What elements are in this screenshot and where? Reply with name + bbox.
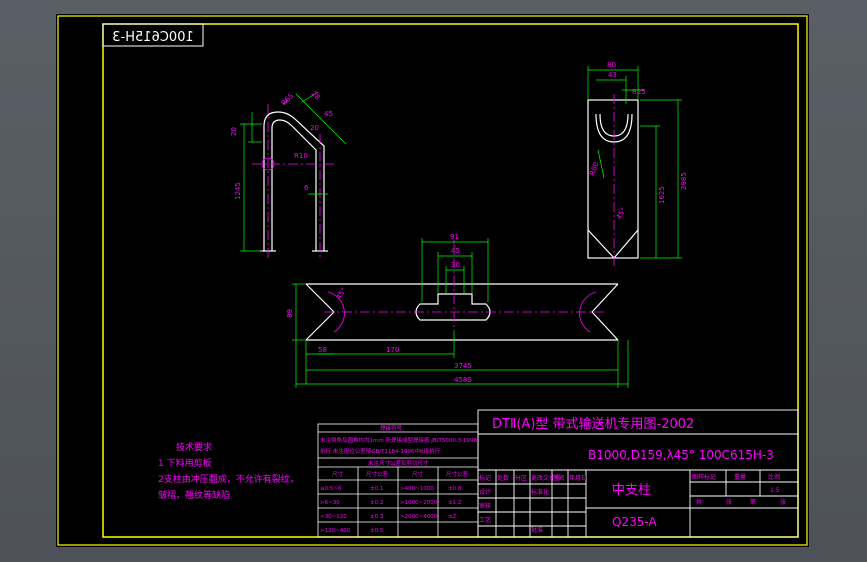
sign-col-5: 签名 — [553, 474, 565, 482]
dim-45-slot: 45 — [451, 247, 460, 255]
tol-r1c2: ±0.1 — [370, 486, 383, 492]
role-design: 设计 — [479, 488, 491, 496]
dim-r80: R80 — [588, 161, 600, 177]
tol-r1c1: ≥0.5~6 — [320, 486, 342, 492]
scale-header-1: 图样标记 — [692, 473, 716, 481]
part-name: 中支柱 — [612, 483, 651, 498]
dim-170: 170 — [386, 346, 399, 354]
sheet-label-4: 张 — [780, 498, 786, 506]
scale-header-2: 重量 — [734, 473, 746, 481]
dim-28: 28 — [310, 90, 322, 102]
sign-col-6: 年月日 — [569, 474, 587, 482]
dim-1245: 1245 — [234, 182, 242, 200]
dim-45deg-blank: 45° — [335, 286, 348, 301]
tol-r3c4: ±2 — [448, 514, 456, 520]
dim-45deg-side: 45° — [615, 206, 628, 221]
dim-4585: 4585 — [454, 376, 472, 384]
dim-91: 91 — [450, 233, 459, 241]
dim-20-a: 20 — [230, 127, 238, 136]
tol-r2c1: >6~30 — [320, 500, 340, 506]
tol-col-2: 尺寸公差 — [366, 470, 389, 478]
tol-col-1: 尺寸 — [332, 470, 344, 478]
tech-req-item-3: 皱褶，翘纹等缺陷 — [158, 489, 230, 501]
tol-r1c3: >400~1000 — [400, 486, 434, 492]
tol-r3c2: ±0.3 — [370, 514, 384, 520]
dim-58: 58 — [318, 346, 327, 354]
tol-r2c3: >1000~2000 — [400, 500, 438, 506]
drawing-number-box: 100C615H-3 — [102, 23, 204, 47]
sheet-label-1: 共 — [696, 498, 702, 506]
drawing-sheet: 100C615H-3 R65 28 45 20 20 R10 1245 6 80… — [56, 14, 809, 547]
sheet-label-3: 第 — [750, 498, 756, 506]
title-main: DTⅡ(A)型 带式输送机专用图-2002 — [492, 416, 694, 432]
dim-r10: R10 — [294, 152, 308, 160]
dim-45: 45 — [324, 110, 333, 118]
tol-col-4: 尺寸公差 — [446, 470, 469, 478]
tol-header: 焊接符号 — [380, 424, 403, 432]
tol-col-3: 尺寸 — [412, 470, 424, 478]
sheet-label-2: 张 — [726, 498, 732, 506]
dim-r25: R25 — [632, 88, 646, 96]
sign-col-2: 处数 — [497, 474, 509, 482]
view-2-side-view: 80 43 R25 R80 2985 1625 45° — [587, 61, 688, 266]
drawing-canvas[interactable]: 100C615H-3 R65 28 45 20 20 R10 1245 6 80… — [56, 14, 809, 547]
title-block: DTⅡ(A)型 带式输送机专用图-2002 B1000,D159,λ45° 10… — [477, 409, 799, 538]
dim-r65: R65 — [280, 92, 295, 107]
dim-3745: 3745 — [454, 362, 472, 370]
tol-r4c2: ±0.5 — [370, 528, 384, 534]
sign-col-3: 分区 — [515, 474, 527, 482]
role-approve: 批准 — [531, 526, 543, 534]
dim-80: 80 — [607, 61, 616, 69]
tol-r3c3: >2000~4000 — [400, 514, 438, 520]
tech-req-item-1: 1 下料用剪板 — [158, 457, 212, 469]
tol-note-1: 未注倒角及圆角均为1mm 所焊接成型焊接按 JB/T5000.3-1998 — [320, 436, 478, 444]
material: Q235-A — [612, 515, 657, 529]
view-1-bent-rod: R65 28 45 20 20 R10 1245 6 — [230, 90, 347, 259]
dim-43: 43 — [608, 71, 617, 79]
drawing-number-mirrored: 100C615H-3 — [112, 30, 193, 45]
tol-subheader: 未注尺寸公差及剪切尺寸 — [368, 459, 429, 467]
scale-value: 1:5 — [770, 487, 780, 494]
tol-r2c2: ±0.2 — [370, 500, 383, 506]
role-standard: 标准化 — [531, 488, 549, 496]
tol-r1c4: ±0.8 — [448, 486, 462, 492]
scale-header-3: 比例 — [768, 473, 780, 481]
sign-col-1: 标记 — [479, 474, 491, 482]
dim-1625: 1625 — [658, 186, 666, 204]
cad-viewport[interactable]: 100C615H-3 R65 28 45 20 20 R10 1245 6 80… — [0, 0, 867, 562]
role-process: 工艺 — [479, 516, 491, 524]
tol-r2c4: ±1.2 — [448, 500, 461, 506]
tol-r4c1: >120~400 — [320, 528, 351, 534]
tol-note-2: 执行 未注形位公差按GB/T1184-1996中K级执行 — [320, 447, 441, 455]
role-review: 审核 — [479, 502, 491, 510]
tolerance-table: 焊接符号 未注倒角及圆角均为1mm 所焊接成型焊接按 JB/T5000.3-19… — [317, 423, 479, 538]
dim-20-b: 20 — [310, 124, 319, 132]
title-spec: B1000,D159,λ45° 100C615H-3 — [588, 448, 774, 462]
view-3-flat-blank: 91 45 30 89 45° 170 3745 4585 58 — [286, 233, 629, 388]
dim-2985: 2985 — [680, 172, 688, 190]
tech-req-item-2: 2支柱由冲压翻成，不允许有裂纹， — [158, 473, 299, 485]
tech-req-title: 技术要求 — [176, 441, 212, 453]
tol-r3c1: >30~120 — [320, 514, 347, 520]
tech-requirements: 技术要求 1 下料用剪板 2支柱由冲压翻成，不允许有裂纹， 皱褶，翘纹等缺陷 — [158, 441, 299, 501]
dim-30: 30 — [451, 261, 460, 269]
dim-6: 6 — [304, 184, 309, 192]
dim-89: 89 — [286, 309, 294, 318]
